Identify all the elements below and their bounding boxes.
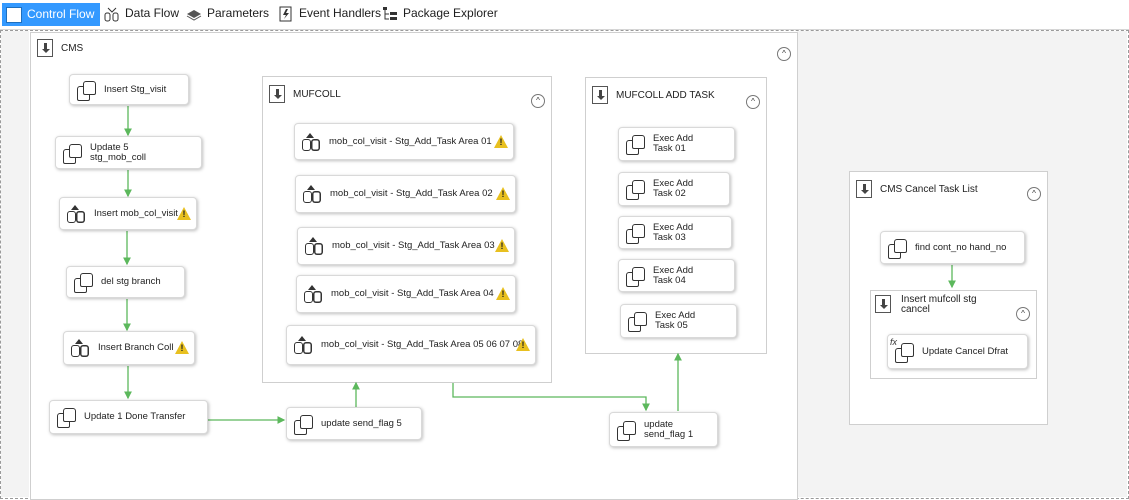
execute-sql-task-icon [56, 407, 76, 428]
container-cms-header: CMS [31, 33, 797, 63]
task-exec-add-task-05[interactable]: Exec Add Task 05 [620, 304, 737, 338]
container-mufcoll-add-task-title: MUFCOLL ADD TASK [616, 89, 715, 101]
task-find-cont-no-hand-no[interactable]: find cont_no hand_no [880, 231, 1025, 264]
execute-sql-task-icon [625, 134, 645, 155]
tab-parameters[interactable]: Parameters [186, 3, 269, 24]
foreach-loop-icon [875, 295, 891, 313]
control-flow-icon [6, 6, 22, 23]
designer-tab-bar: Control Flow Data Flow Parameters Event … [0, 0, 1129, 30]
warning-icon: ! [177, 206, 191, 220]
data-flow-icon [104, 6, 120, 22]
task-area-01[interactable]: mob_col_visit - Stg_Add_Task Area 01 ! [294, 123, 514, 160]
data-flow-task-icon [66, 204, 86, 224]
tab-control-flow[interactable]: Control Flow [2, 3, 101, 26]
execute-sql-task-icon [293, 414, 313, 435]
execute-sql-task-icon [76, 80, 96, 101]
sequence-container-icon [37, 39, 53, 57]
collapse-mufcoll-add-task-button[interactable]: ^ [746, 95, 760, 109]
execute-sql-task-icon [625, 223, 645, 244]
container-insert-mufcoll-title: Insert mufcoll stg cancel [901, 294, 977, 315]
warning-icon: ! [496, 187, 510, 200]
container-mufcoll-title: MUFCOLL [293, 88, 341, 100]
task-exec-add-task-04[interactable]: Exec Add Task 04 [618, 259, 735, 292]
task-update-cancel-dfrat[interactable]: fx Update Cancel Dfrat [887, 334, 1028, 369]
tab-event-handlers[interactable]: Event Handlers [278, 3, 381, 24]
data-flow-task-icon [302, 184, 322, 204]
task-area-05-06-07-08[interactable]: mob_col_visit - Stg_Add_Task Area 05 06 … [286, 325, 536, 365]
collapse-insert-mufcoll-button[interactable]: ^ [1016, 307, 1030, 321]
container-insert-mufcoll-header: Insert mufcoll stg cancel [871, 291, 1036, 327]
sequence-container-icon [269, 85, 285, 103]
container-cms-cancel-header: CMS Cancel Task List [850, 174, 1047, 204]
task-update-5[interactable]: Update 5 stg_mob_coll [55, 136, 202, 169]
tab-data-flow[interactable]: Data Flow [104, 3, 179, 24]
execute-sql-task-icon [887, 238, 907, 259]
data-flow-task-icon [301, 132, 321, 152]
task-area-03[interactable]: mob_col_visit - Stg_Add_Task Area 03 ! [297, 227, 515, 265]
package-explorer-icon [382, 6, 398, 22]
task-update-send-flag-1[interactable]: update send_flag 1 [609, 412, 718, 447]
warning-icon: ! [175, 341, 189, 354]
task-insert-stg-visit[interactable]: Insert Stg_visit [69, 74, 189, 105]
execute-sql-task-icon [73, 272, 93, 293]
task-update-1-done-transfer[interactable]: Update 1 Done Transfer [49, 400, 208, 434]
warning-icon: ! [496, 287, 510, 300]
execute-sql-task-icon [616, 420, 636, 441]
collapse-cms-cancel-button[interactable]: ^ [1027, 187, 1041, 201]
collapse-mufcoll-button[interactable]: ^ [531, 94, 545, 108]
sequence-container-icon [592, 86, 608, 104]
task-del-stg-branch[interactable]: del stg branch [66, 266, 185, 298]
warning-icon: ! [516, 338, 530, 351]
data-flow-task-icon [70, 338, 90, 358]
task-update-send-flag-5[interactable]: update send_flag 5 [286, 407, 422, 440]
execute-sql-task-icon [625, 266, 645, 287]
container-cms-cancel-title: CMS Cancel Task List [880, 183, 978, 195]
warning-icon: ! [494, 134, 508, 148]
collapse-cms-button[interactable]: ^ [777, 47, 791, 61]
execute-sql-task-icon [625, 179, 645, 200]
canvas-margin [1, 31, 29, 497]
execute-sql-task-icon [627, 311, 647, 332]
event-handlers-icon [278, 6, 294, 22]
sequence-container-icon [856, 180, 872, 198]
parameters-icon [186, 6, 202, 22]
container-mufcoll-add-task-header: MUFCOLL ADD TASK [586, 80, 766, 110]
task-exec-add-task-03[interactable]: Exec Add Task 03 [618, 216, 732, 249]
task-exec-add-task-01[interactable]: Exec Add Task 01 [618, 127, 735, 161]
task-exec-add-task-02[interactable]: Exec Add Task 02 [618, 172, 730, 206]
execute-sql-task-icon [894, 342, 914, 363]
data-flow-task-icon [293, 335, 313, 355]
task-area-04[interactable]: mob_col_visit - Stg_Add_Task Area 04 ! [296, 275, 516, 313]
warning-icon: ! [495, 239, 509, 252]
task-insert-branch-coll[interactable]: Insert Branch Coll ! [63, 331, 195, 365]
container-mufcoll-header: MUFCOLL [263, 79, 551, 109]
tab-package-explorer[interactable]: Package Explorer [382, 3, 498, 24]
task-area-02[interactable]: mob_col_visit - Stg_Add_Task Area 02 ! [295, 175, 516, 213]
data-flow-task-icon [304, 236, 324, 256]
data-flow-task-icon [303, 284, 323, 304]
task-insert-mob-col-visit[interactable]: Insert mob_col_visit ! [59, 197, 197, 230]
execute-sql-task-icon [62, 143, 82, 164]
container-cms-title: CMS [61, 42, 84, 54]
